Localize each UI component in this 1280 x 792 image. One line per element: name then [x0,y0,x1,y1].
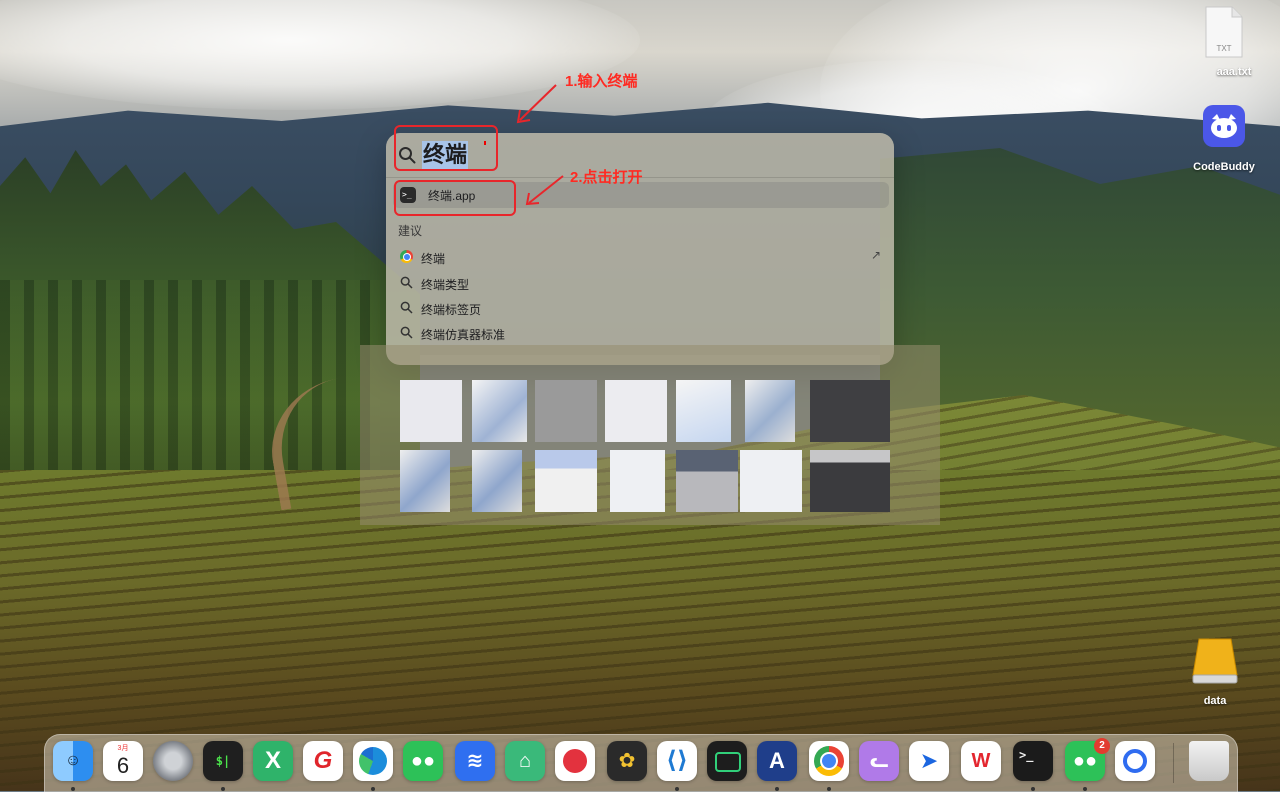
running-indicator [1031,787,1035,791]
vscode-icon[interactable]: ⟨⟩ [657,741,697,781]
running-indicator [71,787,75,791]
finder-icon[interactable]: ☺ [53,741,93,781]
excel-x-icon[interactable]: X [253,741,293,781]
annotation-arrows [516,84,564,206]
trash-icon[interactable] [1189,741,1229,781]
calendar-month: 3月 [117,745,129,752]
lark-icon[interactable]: ≋ [455,741,495,781]
wps-icon[interactable]: W [961,741,1001,781]
chrome-icon[interactable] [809,741,849,781]
running-indicator [675,787,679,791]
codebuddy-app-icon [1203,105,1245,147]
desktop-icon-label: data [1203,695,1227,707]
feishu-icon[interactable]: ➤ [909,741,949,781]
desktop-icon-label: aaa.txt [1216,66,1252,78]
calendar-icon[interactable]: 3月 6 [103,741,143,781]
external-drive-icon [1192,638,1238,684]
shield-a-icon[interactable]: A [757,741,797,781]
quark-icon[interactable] [1115,741,1155,781]
dock: ☺ 3月 6 $| X G ●● ≋ ⌂ ✿ ⟨⟩ A ᓚ ➤ W >_ ●● … [44,734,1238,792]
calendar-day: 6 [116,753,130,778]
desktop-file-aaa-txt[interactable]: TXT aaa.txt [1204,6,1251,78]
notification-badge: 2 [1094,738,1110,754]
green-terminal-icon[interactable] [707,741,747,781]
file-type-label: TXT [1216,44,1232,53]
running-indicator [775,787,779,791]
running-indicator [827,787,831,791]
running-indicator [1083,787,1087,791]
terminal-icon[interactable]: >_ [1013,741,1053,781]
running-indicator [371,787,375,791]
yellow-app-icon[interactable]: ✿ [607,741,647,781]
running-indicator [221,787,225,791]
terminal-green-icon[interactable]: $| [203,741,243,781]
android-studio-icon[interactable]: ⌂ [505,741,545,781]
dock-divider [1173,743,1174,783]
g-app-icon[interactable]: G [303,741,343,781]
desktop-app-codebuddy[interactable]: CodeBuddy [1193,105,1255,173]
system-settings-icon[interactable] [153,741,193,781]
desktop-icon-label: CodeBuddy [1193,161,1255,173]
cat-app-icon[interactable]: ᓚ [859,741,899,781]
wechat-icon[interactable]: ●● [403,741,443,781]
edge-icon[interactable] [353,741,393,781]
red-app-icon[interactable] [555,741,595,781]
desktop-drive-data[interactable]: data [1191,637,1239,707]
